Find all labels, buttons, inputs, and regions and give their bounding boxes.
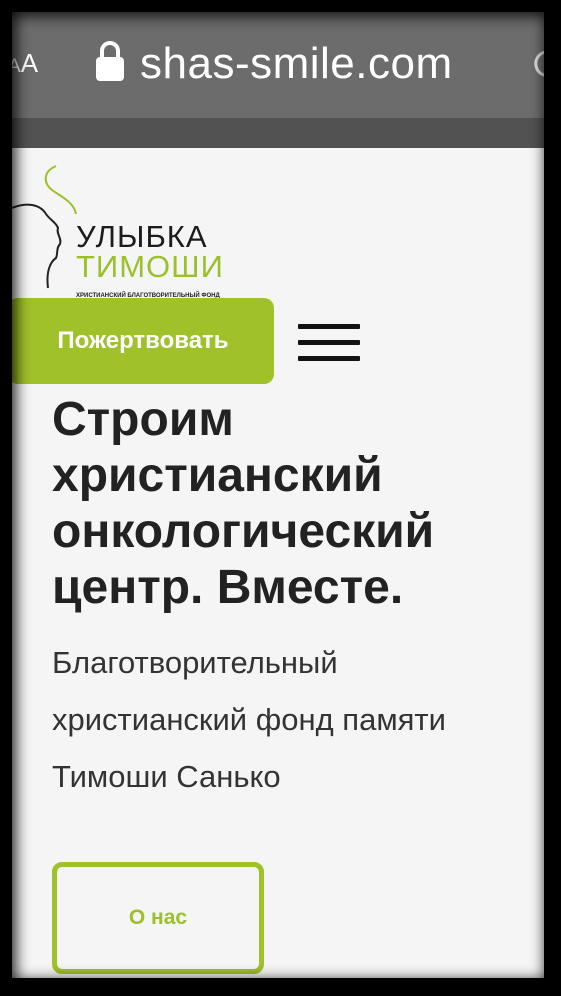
about-button[interactable]: О нас [52, 862, 264, 974]
hero-subline: Благотворительный христианский фонд памя… [52, 645, 446, 794]
hero-headline: Строим христианский онкологический центр… [52, 393, 435, 614]
site-logo[interactable]: УЛЫБКА ТИМОШИ ХРИСТИАНСКИЙ БЛАГОТВОРИТЕЛ… [12, 162, 252, 299]
text-size-button[interactable]: AA [8, 48, 38, 82]
url-text[interactable]: shas-smile.com [140, 36, 453, 92]
device-frame-edge [0, 978, 561, 996]
logo-title-line2: ТИМОШИ [76, 249, 224, 284]
browser-toolbar-strip [0, 118, 561, 148]
donate-button[interactable]: Пожертвовать [12, 298, 274, 384]
hamburger-menu-icon[interactable] [298, 322, 360, 362]
screen: AA shas-smile.com УЛЫБКА ТИМОШИ ХРИСТИАН… [0, 0, 561, 996]
web-page: УЛЫБКА ТИМОШИ ХРИСТИАНСКИЙ БЛАГОТВОРИТЕЛ… [12, 148, 544, 978]
browser-address-bar[interactable]: AA shas-smile.com [0, 0, 561, 118]
profile-silhouette-icon [12, 165, 77, 289]
device-frame-edge [544, 0, 561, 996]
lock-icon [96, 41, 124, 81]
